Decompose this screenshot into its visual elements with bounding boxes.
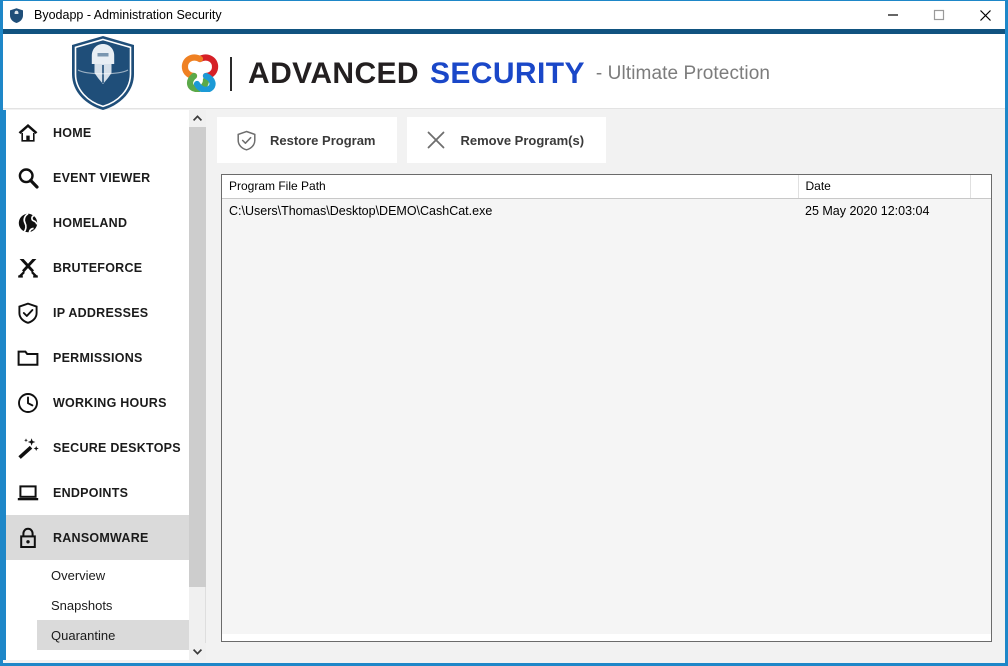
sidebar-item-label: HOMELAND [53, 215, 128, 230]
sidebar-subitem-snapshots[interactable]: Snapshots [37, 590, 189, 620]
shield-check-icon [14, 299, 42, 327]
sidebar-item-secure-desktops[interactable]: SECURE DESKTOPS [6, 425, 189, 470]
title-bar: Byodapp - Administration Security [3, 0, 1005, 30]
brand-tagline-text: - Ultimate Protection [595, 63, 771, 84]
sidebar-item-homeland[interactable]: HOMELAND [6, 200, 189, 245]
sidebar-subitem-overview[interactable]: Overview [37, 560, 189, 590]
scrollbar-thumb[interactable] [189, 127, 206, 587]
sidebar-item-bruteforce[interactable]: BRUTEFORCE [6, 245, 189, 290]
brand-advanced-text: ADVANCED [248, 57, 419, 90]
home-icon [14, 119, 42, 147]
knight-shield-logo-icon [70, 34, 136, 117]
application-window: Byodapp - Administration Security ADVANC… [0, 0, 1008, 666]
action-toolbar: Restore Program Remove Program(s) [217, 117, 607, 163]
cell-extra [970, 198, 991, 224]
table-header: Program File Path Date [222, 175, 991, 199]
sidebar-item-label: ENDPOINTS [53, 485, 129, 500]
sidebar-item-label: SECURE DESKTOPS [53, 440, 181, 455]
restore-program-button[interactable]: Restore Program [217, 117, 398, 163]
sidebar-subitem-quarantine[interactable]: Quarantine [37, 620, 189, 650]
minimize-button[interactable] [870, 0, 916, 30]
table-row[interactable]: C:\Users\Thomas\Desktop\DEMO\CashCat.exe… [222, 198, 991, 224]
table-filler-row [222, 224, 991, 634]
sidebar-subitem-label: Overview [51, 567, 106, 583]
folder-icon [14, 344, 42, 372]
close-x-icon [425, 129, 447, 151]
table-empty-area [222, 224, 991, 634]
brand-block: ADVANCED SECURITY - Ultimate Protection [179, 53, 770, 95]
sidebar-item-working-hours[interactable]: WORKING HOURS [6, 380, 189, 425]
sidebar-navigation: HOME EVENT VIEWER HOMELAND BRUTEFORCE IP… [3, 110, 189, 660]
sidebar-item-permissions[interactable]: PERMISSIONS [6, 335, 189, 380]
column-header-date[interactable]: Date [798, 175, 971, 199]
sidebar-item-endpoints[interactable]: ENDPOINTS [6, 470, 189, 515]
brand-security-text: SECURITY [429, 57, 585, 90]
sidebar-item-label: WORKING HOURS [53, 395, 167, 410]
sidebar-item-home[interactable]: HOME [6, 110, 189, 155]
scroll-down-arrow-icon[interactable] [189, 643, 206, 660]
sidebar-item-label: HOME [53, 125, 92, 140]
window-title: Byodapp - Administration Security [34, 8, 222, 22]
column-header-extra[interactable] [970, 175, 991, 199]
maximize-button[interactable] [916, 0, 962, 30]
sidebar-item-label: RANSOMWARE [53, 530, 149, 545]
globe-icon [14, 209, 42, 237]
sidebar-scrollbar[interactable] [189, 110, 206, 660]
laptop-icon [14, 479, 42, 507]
scroll-up-arrow-icon[interactable] [189, 110, 206, 127]
crossed-swords-icon [14, 254, 42, 282]
sidebar-subitem-label: Snapshots [51, 597, 113, 613]
clock-icon [14, 389, 42, 417]
main-content: Restore Program Remove Program(s) Progra… [207, 110, 1005, 660]
sidebar-item-ransomware[interactable]: RANSOMWARE [6, 515, 189, 560]
app-shield-icon [8, 7, 25, 24]
sidebar-item-label: PERMISSIONS [53, 350, 143, 365]
sidebar-item-label: BRUTEFORCE [53, 260, 143, 275]
search-icon [14, 164, 42, 192]
remove-programs-label: Remove Program(s) [460, 132, 585, 148]
column-header-program-file-path[interactable]: Program File Path [222, 175, 799, 199]
cell-date: 25 May 2020 12:03:04 [798, 198, 970, 224]
table-header-row: Program File Path Date [222, 175, 991, 199]
cell-program-file-path: C:\Users\Thomas\Desktop\DEMO\CashCat.exe [222, 198, 798, 224]
sidebar-item-label: IP ADDRESSES [53, 305, 149, 320]
close-button[interactable] [962, 0, 1005, 30]
sidebar-item-label: EVENT VIEWER [53, 170, 151, 185]
magic-wand-icon [14, 434, 42, 462]
lock-icon [14, 524, 42, 552]
app-header: ADVANCED SECURITY - Ultimate Protection [3, 34, 1005, 110]
sidebar-subitem-label: Quarantine [51, 627, 116, 643]
sidebar-item-event-viewer[interactable]: EVENT VIEWER [6, 155, 189, 200]
table-body: C:\Users\Thomas\Desktop\DEMO\CashCat.exe… [222, 198, 991, 634]
sidebar-item-ip-addresses[interactable]: IP ADDRESSES [6, 290, 189, 335]
brand-divider [230, 57, 232, 91]
swirl-logo-icon [179, 52, 221, 97]
window-controls [870, 0, 1005, 30]
quarantine-table: Program File Path Date C:\Users\Thomas\D… [221, 174, 992, 642]
remove-programs-button[interactable]: Remove Program(s) [407, 117, 607, 163]
restore-program-label: Restore Program [270, 132, 376, 148]
quarantine-table-element: Program File Path Date C:\Users\Thomas\D… [222, 175, 991, 634]
shield-check-icon [235, 129, 257, 151]
